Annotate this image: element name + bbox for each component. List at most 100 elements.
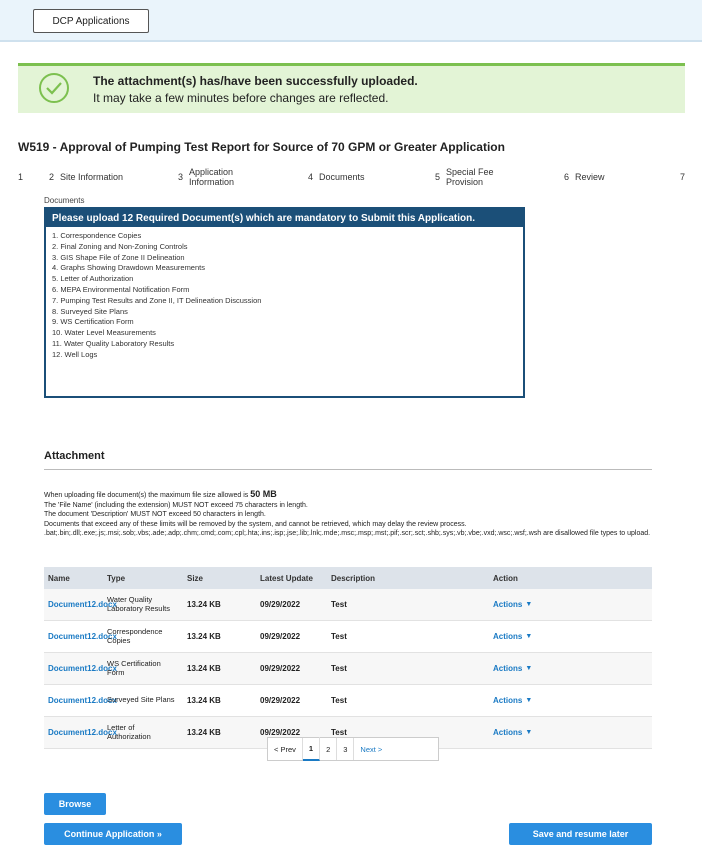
- document-item: 4. Graphs Showing Drawdown Measurements: [52, 263, 205, 273]
- max-size: 50 MB: [250, 489, 277, 499]
- caret-down-icon: ▼: [525, 633, 533, 640]
- document-item: 6. MEPA Environmental Notification Form: [52, 284, 190, 294]
- step-label: Application Information: [189, 167, 235, 187]
- actions-label: Actions: [493, 664, 523, 673]
- column-header-size: Size: [187, 573, 204, 583]
- step-number: 6: [564, 172, 570, 182]
- document-item: 5. Letter of Authorization: [52, 274, 134, 284]
- actions-dropdown[interactable]: Actions ▼: [493, 685, 532, 716]
- page-2-button[interactable]: 2: [320, 738, 338, 760]
- file-type: Surveyed Site Plans: [107, 695, 175, 705]
- pagination: < Prev 1 2 3 Next >: [267, 737, 439, 761]
- table-body: Document12.docx Water Quality Laboratory…: [44, 589, 652, 749]
- column-header-type: Type: [107, 573, 126, 583]
- step-label: Documents: [319, 172, 365, 182]
- column-header-action: Action: [493, 573, 518, 583]
- step-6[interactable]: 6 Review: [564, 163, 605, 191]
- document-item: 9. WS Certification Form: [52, 317, 134, 327]
- latest-update: 09/29/2022: [260, 696, 301, 705]
- table-row: Document12.docx Surveyed Site Plans 13.2…: [44, 685, 652, 717]
- step-label: Special Fee Provision: [446, 167, 494, 187]
- step-number: 7: [680, 172, 686, 182]
- file-type: Correspondence Copies: [107, 627, 163, 645]
- document-item: 8. Surveyed Site Plans: [52, 306, 128, 316]
- document-item: 12. Well Logs: [52, 349, 98, 359]
- documents-caption: Documents: [44, 196, 85, 205]
- instruction-line: When uploading file document(s) the maxi…: [44, 489, 654, 501]
- instruction-text: When uploading file document(s) the maxi…: [44, 492, 251, 499]
- table-header: Name Type Size Latest Update Description…: [44, 567, 652, 589]
- document-item: 7. Pumping Test Results and Zone II, IT …: [52, 295, 262, 305]
- instruction-line: The document 'Description' MUST NOT exce…: [44, 511, 266, 518]
- step-number: 2: [49, 172, 55, 182]
- column-header-description: Description: [331, 573, 376, 583]
- column-header-latest-update: Latest Update: [260, 573, 313, 583]
- step-3[interactable]: 3 Application Information: [178, 163, 248, 191]
- document-item: 11. Water Quality Laboratory Results: [52, 338, 175, 348]
- step-label: Review: [575, 172, 605, 182]
- step-progress: 1 2 Site Information 3 Application Infor…: [0, 163, 702, 191]
- step-2[interactable]: 2 Site Information: [49, 163, 123, 191]
- attachment-title: Attachment: [44, 450, 105, 462]
- required-documents-list: 1. Correspondence Copies 2. Final Zoning…: [46, 227, 523, 361]
- divider: [44, 469, 652, 470]
- prev-page-button[interactable]: < Prev: [268, 738, 303, 760]
- upload-instructions: When uploading file document(s) the maxi…: [44, 489, 654, 539]
- page-1-button[interactable]: 1: [302, 737, 321, 761]
- table-row: Document12.docx Correspondence Copies 13…: [44, 621, 652, 653]
- actions-dropdown[interactable]: Actions ▼: [493, 653, 532, 684]
- instruction-line: .bat;.bin;.dll;.exe;.js;.msi;.sob;.vbs;.…: [44, 530, 651, 537]
- file-description: Test: [331, 696, 347, 705]
- actions-label: Actions: [493, 632, 523, 641]
- file-description: Test: [331, 664, 347, 673]
- actions-dropdown[interactable]: Actions ▼: [493, 621, 532, 652]
- step-number: 1: [18, 172, 24, 182]
- actions-label: Actions: [493, 600, 523, 609]
- required-documents-header: Please upload 12 Required Document(s) wh…: [46, 209, 523, 227]
- column-header-name: Name: [48, 573, 70, 583]
- caret-down-icon: ▼: [525, 601, 533, 608]
- file-description: Test: [331, 600, 347, 609]
- step-7[interactable]: 7: [680, 163, 685, 191]
- page-3-button[interactable]: 3: [337, 738, 355, 760]
- document-item: 10. Water Level Measurements: [52, 328, 156, 338]
- check-circle-icon: [39, 73, 69, 103]
- save-and-resume-later-button[interactable]: Save and resume later: [509, 823, 652, 845]
- file-size: 13.24 KB: [187, 696, 221, 705]
- table-row: Document12.docx Water Quality Laboratory…: [44, 589, 652, 621]
- step-4[interactable]: 4 Documents: [308, 163, 365, 191]
- file-description: Test: [331, 632, 347, 641]
- latest-update: 09/29/2022: [260, 600, 301, 609]
- step-5[interactable]: 5 Special Fee Provision: [435, 163, 495, 191]
- required-documents-panel: Please upload 12 Required Document(s) wh…: [44, 207, 525, 398]
- actions-dropdown[interactable]: Actions ▼: [493, 589, 532, 620]
- file-size: 13.24 KB: [187, 664, 221, 673]
- file-type: Water Quality Laboratory Results: [107, 595, 170, 613]
- latest-update: 09/29/2022: [260, 664, 301, 673]
- document-item: 2. Final Zoning and Non-Zoning Controls: [52, 241, 188, 251]
- instruction-line: Documents that exceed any of these limit…: [44, 520, 467, 528]
- step-number: 4: [308, 172, 314, 182]
- step-1[interactable]: 1: [18, 163, 23, 191]
- browse-button[interactable]: Browse: [44, 793, 106, 815]
- success-alert: The attachment(s) has/have been successf…: [18, 63, 685, 113]
- table-row: Document12.docx WS Certification Form 13…: [44, 653, 652, 685]
- actions-dropdown[interactable]: Actions ▼: [493, 717, 532, 748]
- document-item: 1. Correspondence Copies: [52, 231, 142, 240]
- actions-label: Actions: [493, 728, 523, 737]
- document-item: 3. GIS Shape File of Zone II Delineation: [52, 252, 185, 262]
- step-number: 3: [178, 172, 184, 182]
- alert-message: It may take a few minutes before changes…: [93, 91, 389, 105]
- continue-application-button[interactable]: Continue Application »: [44, 823, 182, 845]
- caret-down-icon: ▼: [525, 729, 533, 736]
- file-size: 13.24 KB: [187, 632, 221, 641]
- instruction-line: The 'File Name' (including the extension…: [44, 501, 308, 509]
- step-label: Site Information: [60, 172, 124, 182]
- file-size: 13.24 KB: [187, 600, 221, 609]
- dcp-applications-button[interactable]: DCP Applications: [33, 9, 149, 33]
- top-bar: DCP Applications: [0, 0, 702, 42]
- alert-title: The attachment(s) has/have been successf…: [93, 74, 418, 88]
- page-title: W519 - Approval of Pumping Test Report f…: [18, 140, 505, 154]
- next-page-button[interactable]: Next >: [354, 738, 388, 760]
- caret-down-icon: ▼: [525, 665, 533, 672]
